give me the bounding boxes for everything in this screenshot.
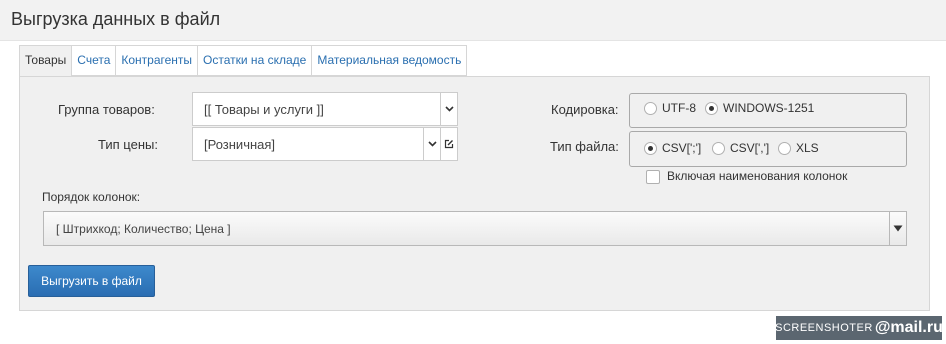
radio-xls[interactable] [778,141,791,155]
page-header: Выгрузка данных в файл [0,0,946,41]
page-title: Выгрузка данных в файл [11,9,221,29]
tab-counterparties[interactable]: Контрагенты [116,45,199,76]
file-type-group: CSV[';'] CSV[','] XLS [629,131,907,167]
file-type-csv-comma-option[interactable]: CSV[','] [712,141,769,155]
watermark-text: SCREENSHOTER [775,322,873,334]
file-type-csv-semicolon-label: CSV[';'] [662,141,702,155]
watermark-domain: @mail.ru [874,319,943,336]
tab-stock[interactable]: Остатки на складе [198,45,313,76]
column-order-label: Порядок колонок: [42,190,141,204]
chevron-down-icon[interactable] [440,93,457,125]
export-panel: Группа товаров: [[ Товары и услуги ]] Ти… [19,76,930,311]
encoding-group: UTF-8 WINDOWS-1251 [629,93,907,128]
export-to-file-button[interactable]: Выгрузить в файл [28,265,155,297]
radio-csv-comma[interactable] [712,141,725,155]
encoding-win1251-option[interactable]: WINDOWS-1251 [705,101,814,115]
column-order-select[interactable]: [ Штрихкод; Количество; Цена ] [43,211,907,246]
encoding-utf8-label: UTF-8 [662,101,696,115]
radio-csv-semicolon[interactable] [644,141,657,155]
group-label: Группа товаров: [58,102,155,117]
file-type-csv-semicolon-option[interactable]: CSV[';'] [644,141,701,155]
screenshoter-watermark: SCREENSHOTER @mail.ru [775,316,943,340]
file-type-label: Тип файла: [550,139,619,154]
encoding-label: Кодировка: [551,102,619,117]
encoding-utf8-option[interactable]: UTF-8 [644,101,696,115]
price-type-label: Тип цены: [98,137,158,152]
encoding-win1251-label: WINDOWS-1251 [723,101,815,115]
include-headers-checkbox[interactable] [646,170,660,184]
file-type-xls-option[interactable]: XLS [778,141,819,155]
price-type-value: [Розничная] [204,136,276,152]
edit-icon[interactable] [440,128,457,160]
group-select-value: [[ Товары и услуги ]] [204,101,324,117]
column-order-value: [ Штрихкод; Количество; Цена ] [56,221,231,236]
tab-bar: Товары Счета Контрагенты Остатки на скла… [19,45,468,77]
tab-material-report[interactable]: Материальная ведомость [312,45,468,76]
radio-utf8[interactable] [644,101,657,115]
file-type-csv-comma-label: CSV[','] [730,141,770,155]
group-select[interactable]: [[ Товары и услуги ]] [192,92,458,126]
file-type-xls-label: XLS [796,141,819,155]
tab-goods[interactable]: Товары [19,45,73,77]
include-headers-label: Включая наименования колонок [667,169,848,183]
price-type-select[interactable]: [Розничная] [192,127,458,161]
radio-windows-1251[interactable] [705,101,718,115]
tab-invoices[interactable]: Счета [72,45,117,76]
chevron-down-icon[interactable] [423,128,440,160]
triangle-down-icon[interactable] [889,212,906,245]
